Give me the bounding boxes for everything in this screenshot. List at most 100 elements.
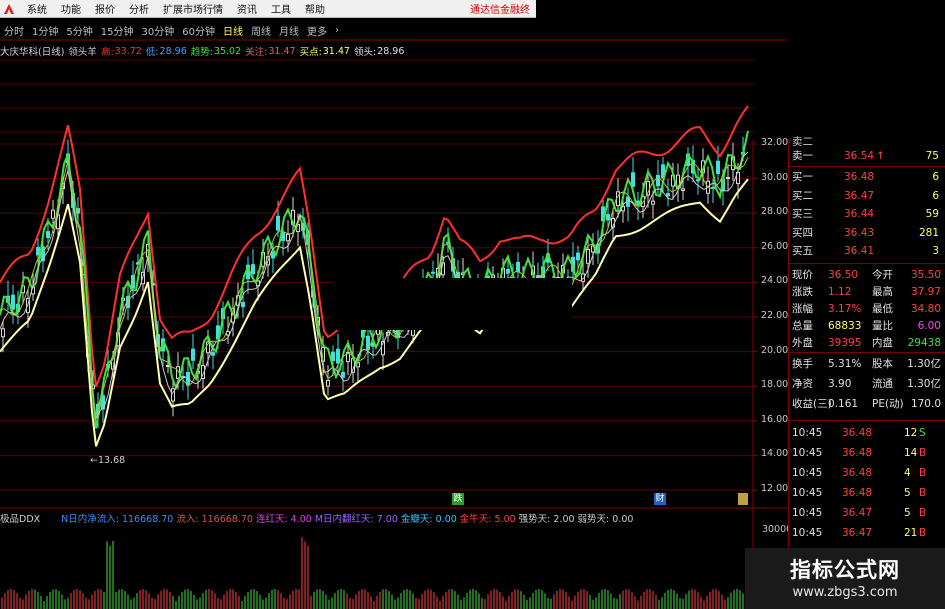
- stat-label: 净资: [792, 378, 813, 390]
- candle-body: [241, 301, 245, 308]
- ddx-field: N日内净流入: 116668.70: [61, 514, 174, 525]
- stat-value: 3.17%: [828, 303, 862, 315]
- stat-row[interactable]: 涨跌 1.12 最高 37.97: [792, 284, 943, 300]
- tick-time: 10:45: [792, 427, 823, 439]
- stat-label: 涨跌: [792, 286, 813, 298]
- stat-value: 34.80: [910, 303, 941, 315]
- stat-label: 换手: [792, 358, 813, 370]
- bid-row[interactable]: 买五 36.41 3: [792, 243, 943, 259]
- bid-row[interactable]: 买二 36.47 6: [792, 188, 943, 204]
- candle-body: [46, 231, 50, 239]
- candle-body: [506, 268, 510, 274]
- price-axis: [753, 143, 758, 491]
- candle-body: [716, 160, 720, 174]
- price-axis-label: 14.00: [761, 448, 789, 460]
- stat-row[interactable]: 现价 36.50 今开 35.50: [792, 267, 943, 283]
- candle-body: [656, 174, 660, 187]
- tick-price: 36.48: [842, 447, 873, 459]
- candle-body: [336, 348, 340, 364]
- stat-label: 最低: [872, 303, 893, 315]
- candle-body: [631, 172, 635, 187]
- stat-label: 流通: [872, 378, 893, 390]
- tick-row[interactable]: 10:45 36.47 5 B: [792, 505, 943, 521]
- stat-label: 股本: [872, 358, 893, 370]
- price-axis-label: 20.00: [761, 344, 789, 356]
- bid-row[interactable]: 买一 36.48 6: [792, 169, 943, 185]
- tick-row[interactable]: 10:45 36.48 12 S: [792, 425, 943, 441]
- bid-row[interactable]: 买三 36.44 59: [792, 206, 943, 222]
- candle-body: [696, 179, 700, 182]
- bid-label: 买五: [792, 245, 813, 257]
- tick-volume: 5: [904, 487, 911, 499]
- stat-value: 68833: [828, 320, 862, 332]
- stat-row[interactable]: 涨幅 3.17% 最低 34.80: [792, 301, 943, 317]
- ddx-field: M日内翻红天: 7.00: [314, 514, 398, 525]
- chart-occlusion: [332, 278, 572, 330]
- indicator-lines: [0, 105, 749, 447]
- sell-one-row[interactable]: 卖一 36.54 ↑ 75: [792, 148, 943, 164]
- stat-label: PE(动): [872, 398, 904, 410]
- event-label-drop[interactable]: 跌: [452, 493, 464, 505]
- price-axis-label: 16.00: [761, 413, 789, 425]
- candle-body: [431, 271, 435, 274]
- price-axis-label: 18.00: [761, 379, 789, 391]
- tick-side: B: [919, 467, 927, 479]
- bid-row[interactable]: 买四 36.43 281: [792, 225, 943, 241]
- event-label-finance[interactable]: 财: [654, 493, 666, 505]
- candle-body: [651, 200, 655, 205]
- candle-body: [36, 247, 40, 256]
- tick-time: 10:45: [792, 487, 823, 499]
- stat2-row[interactable]: 净资 3.90 流通 1.30亿: [792, 376, 943, 392]
- candle-body: [681, 188, 685, 191]
- bid-price: 36.41: [844, 245, 875, 257]
- ddx-field: 流入: 116668.70: [176, 514, 253, 525]
- candle-body: [51, 209, 55, 219]
- stat-row[interactable]: 总量 68833 量比 6.00: [792, 318, 943, 334]
- tick-side: B: [919, 527, 927, 539]
- bid-label: 买四: [792, 226, 813, 239]
- tick-row[interactable]: 10:45 36.48 4 B: [792, 465, 943, 481]
- gridlines: [0, 59, 753, 491]
- stat-label: 今开: [872, 269, 893, 281]
- bid-price: 36.44: [844, 208, 875, 220]
- candle-body: [666, 193, 670, 197]
- candle-body: [11, 294, 15, 310]
- candle-body: [276, 215, 280, 231]
- stat2-row[interactable]: 换手 5.31% 股本 1.30亿: [792, 356, 943, 372]
- sell-row-partial: 卖二: [792, 136, 813, 146]
- candle-body: [211, 352, 215, 356]
- tick-row[interactable]: 10:45 36.48 14 B: [792, 445, 943, 461]
- stat-value: 170.0: [910, 398, 941, 410]
- price-axis-label: 30.00: [761, 171, 789, 183]
- candle-body: [251, 264, 255, 275]
- event-label-marker[interactable]: [738, 493, 748, 505]
- stat-value: 37.97: [910, 286, 941, 298]
- watermark-url: www.zbgs3.com: [792, 585, 898, 600]
- stat-row[interactable]: 外盘 39395 内盘 29438: [792, 335, 943, 351]
- price-axis-label: 24.00: [761, 275, 789, 287]
- candle-body: [191, 348, 195, 361]
- tick-side: B: [919, 507, 927, 519]
- tick-volume: 14: [904, 447, 918, 459]
- stat-value: 3.90: [828, 378, 852, 390]
- bid-price: 36.43: [844, 226, 875, 239]
- stat-value: 36.50: [828, 269, 859, 281]
- watermark-title: 指标公式网: [790, 558, 900, 582]
- bid-price: 36.47: [844, 189, 875, 202]
- tick-price: 36.48: [842, 427, 873, 439]
- tick-time: 10:45: [792, 447, 823, 459]
- stat-value: 6.00: [917, 320, 941, 332]
- bid-volume: 6: [932, 171, 939, 183]
- stat-value: 1.30亿: [907, 378, 941, 390]
- bid-volume: 3: [932, 245, 939, 257]
- ddx-field: 连红天: 4.00: [255, 514, 312, 525]
- candle-body: [516, 261, 520, 273]
- price-axis-label: 26.00: [761, 240, 789, 252]
- tick-side: S: [919, 427, 926, 439]
- stat2-row[interactable]: 收益(三) 0.161 PE(动) 170.0: [792, 396, 943, 412]
- tick-row[interactable]: 10:45 36.48 5 B: [792, 485, 943, 501]
- price-axis-label: 32.00: [761, 137, 789, 148]
- ddx-field: 金牛天: 5.00: [459, 514, 516, 525]
- tick-row[interactable]: 10:45 36.47 21 B: [792, 525, 943, 541]
- tick-time: 10:45: [792, 527, 823, 539]
